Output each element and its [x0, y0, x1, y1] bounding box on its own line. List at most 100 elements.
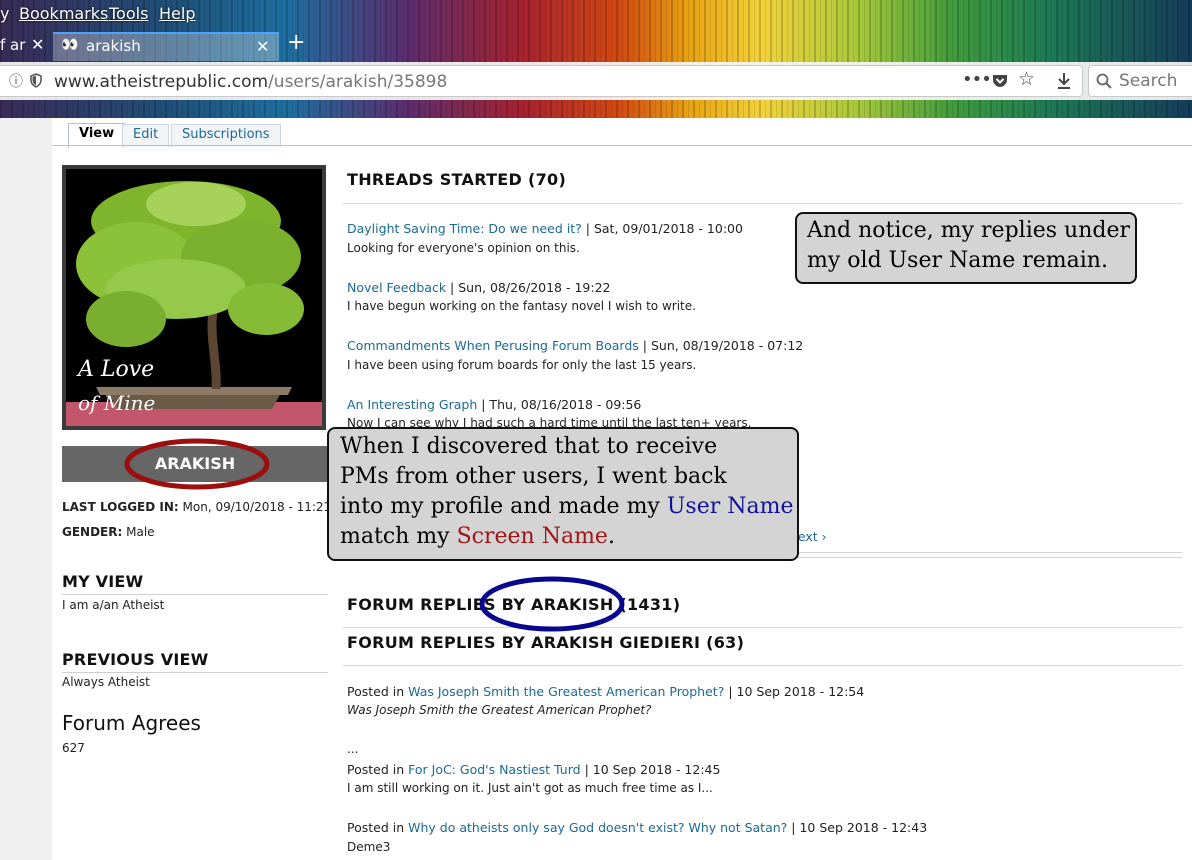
user-name-highlight: User Name [666, 494, 794, 519]
callout-discovery-line1: When I discovered that to receive [340, 434, 718, 459]
callout-text: into my profile and made my [340, 494, 667, 519]
callout-discovery-line3: into my profile and made my User Name [340, 494, 793, 519]
thread-date: | Sat, 09/01/2018 - 10:00 [585, 221, 743, 236]
thread-item: An Interesting Graph | Thu, 08/16/2018 -… [347, 397, 641, 412]
reply-excerpt: I am still working on it. Just ain't got… [347, 781, 713, 795]
close-icon[interactable]: ✕ [256, 37, 269, 56]
reply-prefix: Posted in [347, 684, 405, 699]
divider [62, 594, 328, 595]
divider [62, 672, 328, 673]
url-path: /users/arakish/35898 [268, 72, 448, 92]
browser-tab-previous[interactable]: f ar ✕ [0, 32, 50, 59]
tab-previous-label: f ar [0, 36, 26, 54]
menu-item-partial[interactable]: y [0, 4, 9, 23]
search-placeholder: Search [1119, 71, 1178, 91]
shield-icon[interactable] [30, 73, 42, 88]
url-text[interactable]: www.atheistrepublic.com/users/arakish/35… [54, 72, 447, 92]
thread-link[interactable]: An Interesting Graph [347, 397, 477, 412]
thread-description: I have been using forum boards for only … [347, 358, 697, 372]
tab-divider [52, 145, 1192, 146]
divider [343, 665, 1182, 666]
avatar-image: A Love of Mine [66, 169, 322, 426]
reply-thread-link[interactable]: Was Joseph Smith the Greatest American P… [408, 684, 724, 699]
pocket-icon[interactable] [991, 73, 1009, 89]
avatar-caption-line1: A Love [78, 357, 155, 382]
download-icon[interactable] [1056, 72, 1072, 90]
reply-item: Posted in For JoC: God's Nastiest Turd |… [347, 762, 720, 777]
thread-date: | Sun, 08/19/2018 - 07:12 [642, 338, 804, 353]
reply-date: | 10 Sep 2018 - 12:54 [728, 684, 865, 699]
url-host: www.atheistrepublic.com [54, 72, 269, 92]
url-field[interactable]: ⓘ www.atheistrepublic.com/users/arakish/… [0, 65, 1083, 97]
thread-item: Commandments When Perusing Forum Boards … [347, 338, 803, 353]
last-logged-value: Mon, 09/10/2018 - 11:21 [182, 500, 332, 514]
forum-agrees-heading: Forum Agrees [62, 711, 201, 735]
screen-name-highlight: Screen Name [456, 524, 608, 549]
gender-value: Male [126, 525, 155, 539]
callout-notice: And notice, my replies under my old User… [795, 212, 1137, 284]
close-icon[interactable]: ✕ [31, 35, 44, 54]
gender-label: GENDER: [62, 525, 123, 539]
new-tab-button[interactable]: + [287, 30, 305, 55]
blue-highlight-ellipse [479, 576, 625, 632]
reply-excerpt: Was Joseph Smith the Greatest American P… [347, 703, 652, 717]
reply-item: Posted in Was Joseph Smith the Greatest … [347, 684, 864, 699]
callout-discovery-line4: match my Screen Name. [340, 524, 615, 549]
reply-excerpt: Deme3 [347, 840, 391, 854]
my-view-value: I am a/an Atheist [62, 598, 165, 612]
tab-subscriptions[interactable]: Subscriptions [171, 124, 281, 147]
reply-item: Posted in Why do atheists only say God d… [347, 820, 927, 835]
reply-thread-link[interactable]: Why do atheists only say God doesn't exi… [408, 820, 787, 835]
favicon-icon: 👀 [61, 37, 79, 53]
reply-prefix: Posted in [347, 762, 405, 777]
left-gutter [0, 118, 52, 860]
menu-help-label: Help [159, 4, 196, 23]
callout-discovery-line2: PMs from other users, I went back [340, 464, 727, 489]
replies-heading-old: FORUM REPLIES BY ARAKISH GIEDIERI (63) [347, 633, 745, 652]
last-logged-label: LAST LOGGED IN: [62, 500, 179, 514]
thread-link[interactable]: Commandments When Perusing Forum Boards [347, 338, 639, 353]
callout-discovery: When I discovered that to receive PMs fr… [327, 427, 799, 561]
callout-text: . [607, 524, 615, 549]
browser-tab-active[interactable]: 👀 arakish ✕ [53, 32, 279, 61]
reply-thread-link[interactable]: For JoC: God's Nastiest Turd [408, 762, 580, 777]
reply-date: | 10 Sep 2018 - 12:45 [584, 762, 721, 777]
forum-agrees-value: 627 [62, 741, 85, 755]
thread-description: Looking for everyone's opinion on this. [347, 241, 580, 255]
bonsai-tree-image [66, 169, 322, 426]
thread-item: Daylight Saving Time: Do we need it? | S… [347, 221, 743, 236]
last-logged-row: LAST LOGGED IN: Mon, 09/10/2018 - 11:21 [62, 500, 331, 514]
reply-extra: ... [347, 742, 359, 756]
divider [343, 203, 1182, 204]
divider [343, 627, 1182, 628]
menu-tools-label: Tools [109, 4, 149, 23]
menu-bookmarks[interactable]: Bookmarks [19, 4, 108, 23]
page-actions-icon[interactable]: ••• [962, 69, 992, 90]
bookmark-star-icon[interactable]: ☆ [1018, 68, 1035, 90]
threads-heading: THREADS STARTED (70) [347, 170, 567, 189]
avatar: A Love of Mine [62, 165, 326, 430]
menu-tools[interactable]: Tools [109, 4, 148, 23]
menu-bookmarks-label: Bookmarks [19, 4, 109, 23]
callout-text: match my [340, 524, 457, 549]
red-highlight-ellipse [124, 438, 270, 490]
search-input[interactable]: Search [1088, 65, 1192, 97]
callout-notice-line2: my old User Name remain. [807, 248, 1108, 273]
search-icon [1096, 73, 1112, 89]
previous-view-heading: PREVIOUS VIEW [62, 650, 209, 669]
thread-link[interactable]: Daylight Saving Time: Do we need it? [347, 221, 582, 236]
tab-edit[interactable]: Edit [122, 124, 170, 147]
previous-view-value: Always Atheist [62, 675, 150, 689]
thread-date: | Sun, 08/26/2018 - 19:22 [450, 280, 611, 295]
thread-date: | Thu, 08/16/2018 - 09:56 [481, 397, 642, 412]
callout-notice-line1: And notice, my replies under [807, 218, 1130, 243]
thread-link[interactable]: Novel Feedback [347, 280, 446, 295]
info-icon[interactable]: ⓘ [9, 71, 23, 91]
reply-prefix: Posted in [347, 820, 405, 835]
gender-row: GENDER: Male [62, 525, 155, 539]
menu-help[interactable]: Help [159, 4, 195, 23]
reply-date: | 10 Sep 2018 - 12:43 [791, 820, 928, 835]
thread-item: Novel Feedback | Sun, 08/26/2018 - 19:22 [347, 280, 610, 295]
navigation-toolbar: ⓘ www.atheistrepublic.com/users/arakish/… [0, 62, 1192, 100]
tab-active-label: arakish [86, 37, 141, 55]
